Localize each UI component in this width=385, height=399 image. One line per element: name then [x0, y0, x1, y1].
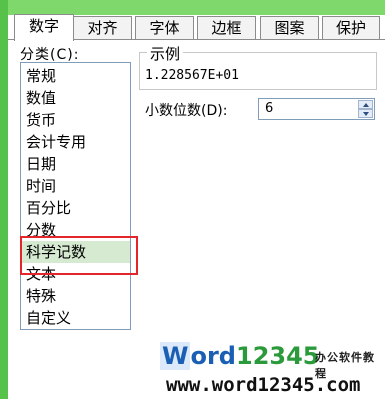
tab-font[interactable]: 字体 — [135, 16, 194, 40]
category-item-currency[interactable]: 货币 — [21, 109, 130, 131]
watermark-logo-w: W — [160, 342, 191, 370]
window-top-edge — [0, 0, 385, 15]
category-label: 分类(C): — [20, 47, 80, 63]
category-item-time[interactable]: 时间 — [21, 175, 130, 197]
spin-up-arrow-icon[interactable] — [358, 100, 373, 109]
category-item-percentage[interactable]: 百分比 — [21, 197, 130, 219]
tab-bar: 数字 对齐 字体 边框 图案 保护 — [14, 14, 385, 41]
sample-value: 1.228567E+01 — [145, 68, 239, 83]
category-item-date[interactable]: 日期 — [21, 153, 130, 175]
watermark: Word12345 办公软件教程 www.word12345.com — [160, 342, 385, 399]
decimal-places-input[interactable] — [259, 99, 359, 119]
tab-patterns[interactable]: 图案 — [260, 16, 319, 40]
category-item-general[interactable]: 常规 — [21, 65, 130, 87]
watermark-logo: Word12345 — [160, 342, 320, 370]
decimal-places-label: 小数位数(D): — [145, 103, 228, 119]
decimal-places-spinner[interactable] — [258, 98, 375, 120]
category-item-text[interactable]: 文本 — [21, 263, 130, 285]
category-list[interactable]: 常规 数值 货币 会计专用 日期 时间 百分比 分数 科学记数 文本 特殊 自定… — [20, 62, 131, 330]
category-item-fraction[interactable]: 分数 — [21, 219, 130, 241]
category-item-custom[interactable]: 自定义 — [21, 307, 130, 329]
spin-down-arrow-icon[interactable] — [358, 109, 373, 118]
watermark-logo-num: 12345 — [236, 342, 320, 370]
watermark-logo-ord: ord — [190, 342, 236, 370]
sample-legend: 示例 — [147, 43, 184, 64]
category-item-special[interactable]: 特殊 — [21, 285, 130, 307]
category-item-number[interactable]: 数值 — [21, 87, 130, 109]
category-item-accounting[interactable]: 会计专用 — [21, 131, 130, 153]
category-item-scientific[interactable]: 科学记数 — [21, 241, 130, 263]
tab-number[interactable]: 数字 — [14, 14, 74, 41]
watermark-url: www.word12345.com — [166, 374, 361, 396]
tab-alignment[interactable]: 对齐 — [73, 16, 132, 40]
tab-protection[interactable]: 保护 — [322, 16, 380, 40]
tab-border[interactable]: 边框 — [197, 16, 256, 40]
window-left-edge — [0, 0, 8, 399]
